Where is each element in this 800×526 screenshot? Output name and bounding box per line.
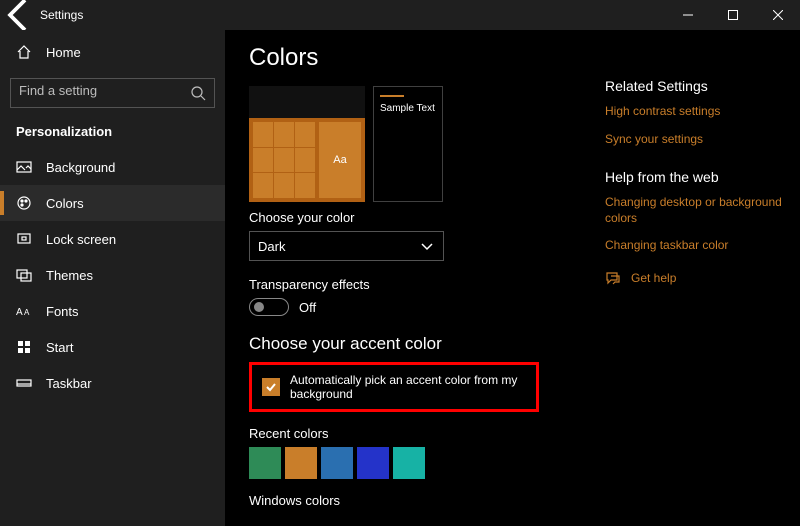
preview-sample-window: Sample Text: [373, 86, 443, 202]
nav-label: Background: [46, 160, 115, 175]
nav-label: Fonts: [46, 304, 79, 319]
transparency-toggle[interactable]: [249, 298, 289, 316]
recent-colors-label: Recent colors: [249, 426, 581, 441]
chevron-down-icon: [419, 238, 435, 254]
themes-icon: [16, 267, 32, 283]
home-button[interactable]: Home: [0, 34, 225, 70]
nav-label: Taskbar: [46, 376, 92, 391]
get-help-button[interactable]: Get help: [605, 270, 788, 286]
choose-color-value: Dark: [258, 239, 285, 254]
link-sync-settings[interactable]: Sync your settings: [605, 132, 788, 148]
picture-icon: [16, 159, 32, 175]
accent-heading: Choose your accent color: [249, 334, 581, 354]
nav-label: Start: [46, 340, 73, 355]
windows-colors-label: Windows colors: [249, 493, 581, 508]
fonts-icon: AA: [16, 303, 32, 319]
svg-text:A: A: [16, 307, 23, 318]
nav-lock-screen[interactable]: Lock screen: [0, 221, 225, 257]
link-high-contrast[interactable]: High contrast settings: [605, 104, 788, 120]
related-heading: Related Settings: [605, 78, 788, 94]
home-icon: [16, 44, 32, 60]
search-input[interactable]: Find a setting: [10, 78, 215, 108]
preview-desktop: Aa: [249, 86, 365, 202]
color-swatch[interactable]: [285, 447, 317, 479]
category-label: Personalization: [0, 120, 225, 149]
recent-colors: [249, 447, 581, 479]
close-button[interactable]: [755, 0, 800, 30]
help-heading: Help from the web: [605, 169, 788, 185]
window-title: Settings: [40, 8, 83, 22]
nav-colors[interactable]: Colors: [0, 185, 225, 221]
nav-themes[interactable]: Themes: [0, 257, 225, 293]
color-swatch[interactable]: [357, 447, 389, 479]
search-placeholder: Find a setting: [19, 83, 190, 98]
auto-accent-highlight: Automatically pick an accent color from …: [249, 362, 539, 412]
choose-color-select[interactable]: Dark: [249, 231, 444, 261]
nav-fonts[interactable]: AA Fonts: [0, 293, 225, 329]
link-changing-taskbar-color[interactable]: Changing taskbar color: [605, 238, 788, 254]
chat-icon: [605, 270, 621, 286]
preview-aa: Aa: [319, 122, 361, 198]
color-preview: Aa Sample Text: [249, 86, 581, 202]
nav-start[interactable]: Start: [0, 329, 225, 365]
color-swatch[interactable]: [321, 447, 353, 479]
preview-accent-bar: [380, 95, 404, 97]
transparency-value: Off: [299, 300, 316, 315]
nav-label: Themes: [46, 268, 93, 283]
maximize-button[interactable]: [710, 0, 755, 30]
home-label: Home: [46, 45, 81, 60]
svg-text:A: A: [24, 308, 30, 317]
page-title: Colors: [249, 44, 581, 72]
get-help-label: Get help: [631, 271, 676, 285]
nav-label: Lock screen: [46, 232, 116, 247]
taskbar-icon: [16, 375, 32, 391]
auto-accent-label: Automatically pick an accent color from …: [290, 373, 526, 401]
minimize-button[interactable]: [665, 0, 710, 30]
start-icon: [16, 339, 32, 355]
link-changing-bg-colors[interactable]: Changing desktop or background colors: [605, 195, 788, 226]
preview-sample-text: Sample Text: [380, 103, 435, 114]
choose-color-label: Choose your color: [249, 210, 581, 225]
nav-background[interactable]: Background: [0, 149, 225, 185]
nav-taskbar[interactable]: Taskbar: [0, 365, 225, 401]
palette-icon: [16, 195, 32, 211]
color-swatch[interactable]: [393, 447, 425, 479]
auto-accent-checkbox[interactable]: [262, 378, 280, 396]
search-icon: [190, 85, 206, 101]
transparency-label: Transparency effects: [249, 277, 581, 292]
lock-icon: [16, 231, 32, 247]
color-swatch[interactable]: [249, 447, 281, 479]
nav-label: Colors: [46, 196, 84, 211]
